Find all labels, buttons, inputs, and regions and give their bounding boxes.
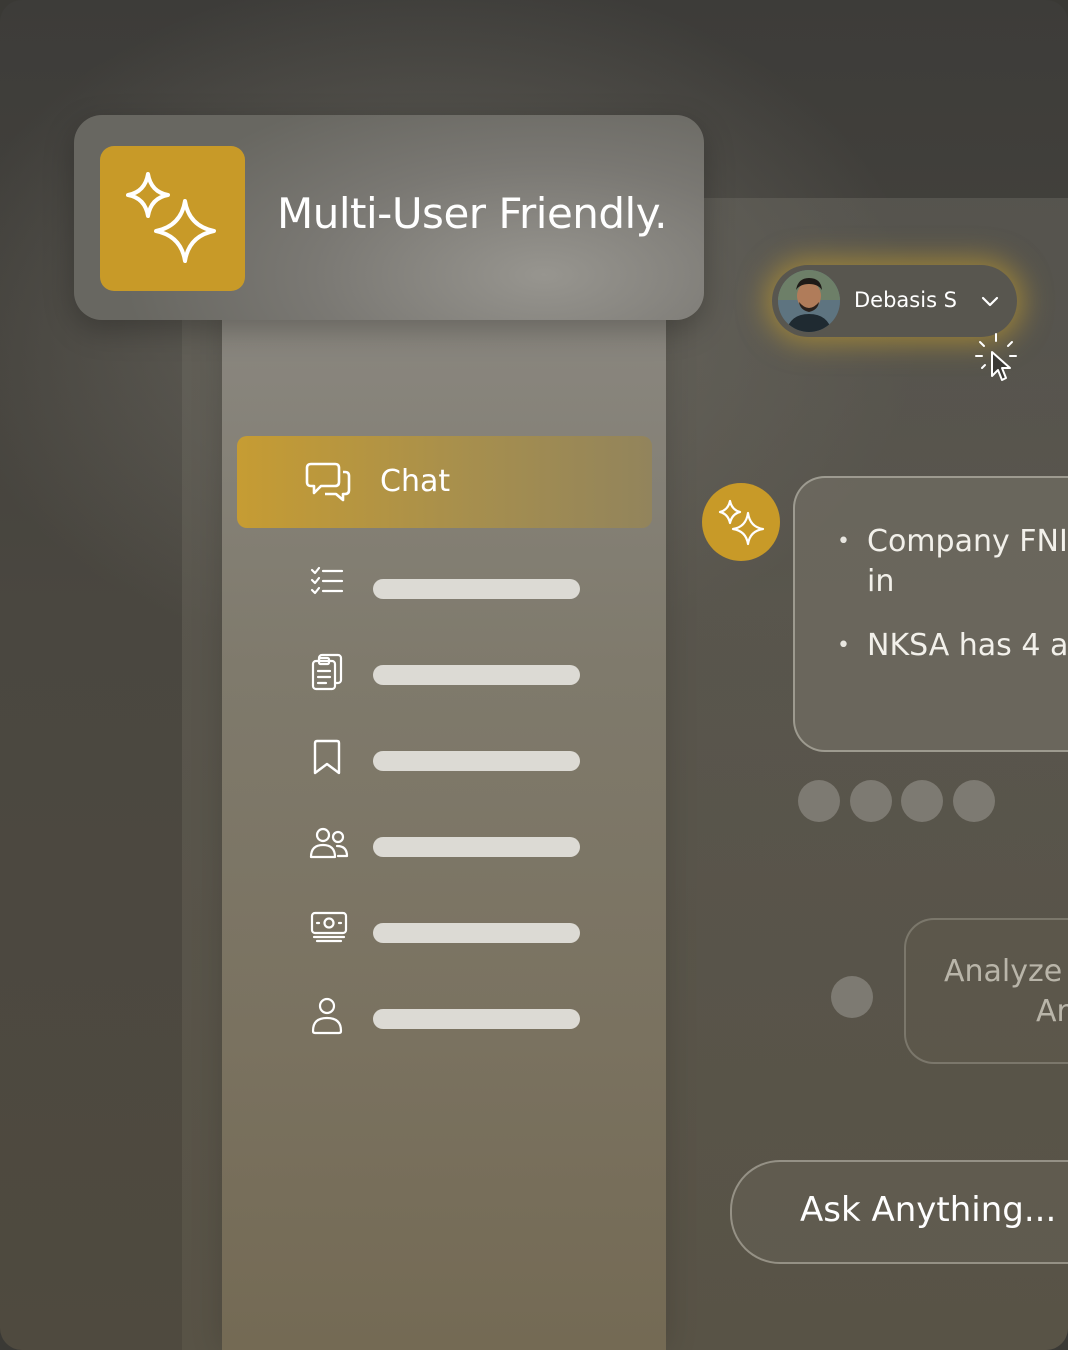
logo-tile bbox=[100, 146, 245, 291]
nav-label-placeholder bbox=[373, 751, 580, 771]
bookmark-icon bbox=[313, 739, 341, 775]
nav-label-placeholder bbox=[373, 837, 580, 857]
nav-label-placeholder bbox=[373, 923, 580, 943]
user-avatar-placeholder bbox=[831, 976, 873, 1018]
bot-message-bullet: NKSA has 4 a A, B, C & D bbox=[837, 626, 1068, 666]
user-message-text: Ar bbox=[1036, 994, 1068, 1029]
avatar bbox=[778, 270, 840, 332]
money-icon bbox=[310, 911, 348, 943]
user-switcher[interactable]: Debasis S bbox=[772, 265, 1017, 337]
user-message-text: Analyze bbox=[944, 954, 1063, 989]
chevron-down-icon[interactable] bbox=[980, 291, 1000, 311]
title-card: Multi-User Friendly. bbox=[74, 115, 704, 320]
sidebar-item-checklist[interactable] bbox=[237, 557, 652, 617]
clipboard-copy-icon bbox=[311, 653, 343, 691]
nav-label-placeholder bbox=[373, 665, 580, 685]
user-message-bubble: Analyze Ar bbox=[904, 918, 1068, 1064]
nav-label-placeholder bbox=[373, 579, 580, 599]
sparkles-icon bbox=[718, 499, 765, 546]
sidebar-item-users[interactable] bbox=[237, 815, 652, 875]
app-frame: Multi-User Friendly. Debasis S Chat • Co… bbox=[0, 0, 1068, 1350]
nav-label-placeholder bbox=[373, 1009, 580, 1029]
sidebar-item-label: Chat bbox=[380, 464, 451, 499]
user-name: Debasis S bbox=[854, 288, 958, 312]
sidebar-item-bookmarks[interactable] bbox=[237, 729, 652, 789]
ask-input[interactable]: Ask Anything... bbox=[730, 1160, 1068, 1264]
typing-dot bbox=[953, 780, 995, 822]
bot-avatar bbox=[702, 483, 780, 561]
page-title: Multi-User Friendly. bbox=[277, 189, 667, 238]
sidebar-item-profile[interactable] bbox=[237, 987, 652, 1047]
cursor-click-icon bbox=[975, 333, 1017, 381]
sparkles-icon bbox=[126, 172, 216, 263]
checklist-icon bbox=[310, 566, 344, 595]
typing-dot bbox=[901, 780, 943, 822]
bot-message-bubble: Company FNI 100% stake in NKSA has 4 a A… bbox=[793, 476, 1068, 752]
users-icon bbox=[309, 827, 349, 859]
bot-message-list: Company FNI 100% stake in NKSA has 4 a A… bbox=[837, 522, 1068, 690]
chat-bubbles-icon bbox=[305, 462, 351, 502]
typing-dot bbox=[850, 780, 892, 822]
sidebar-item-finance[interactable] bbox=[237, 901, 652, 961]
sidebar-item-clipboard[interactable] bbox=[237, 643, 652, 703]
sidebar-item-chat[interactable]: Chat bbox=[237, 436, 652, 528]
ask-input-placeholder: Ask Anything... bbox=[800, 1190, 1057, 1230]
user-icon bbox=[311, 997, 343, 1035]
typing-dot bbox=[798, 780, 840, 822]
bot-message-bullet: Company FNI 100% stake in bbox=[837, 522, 1068, 602]
